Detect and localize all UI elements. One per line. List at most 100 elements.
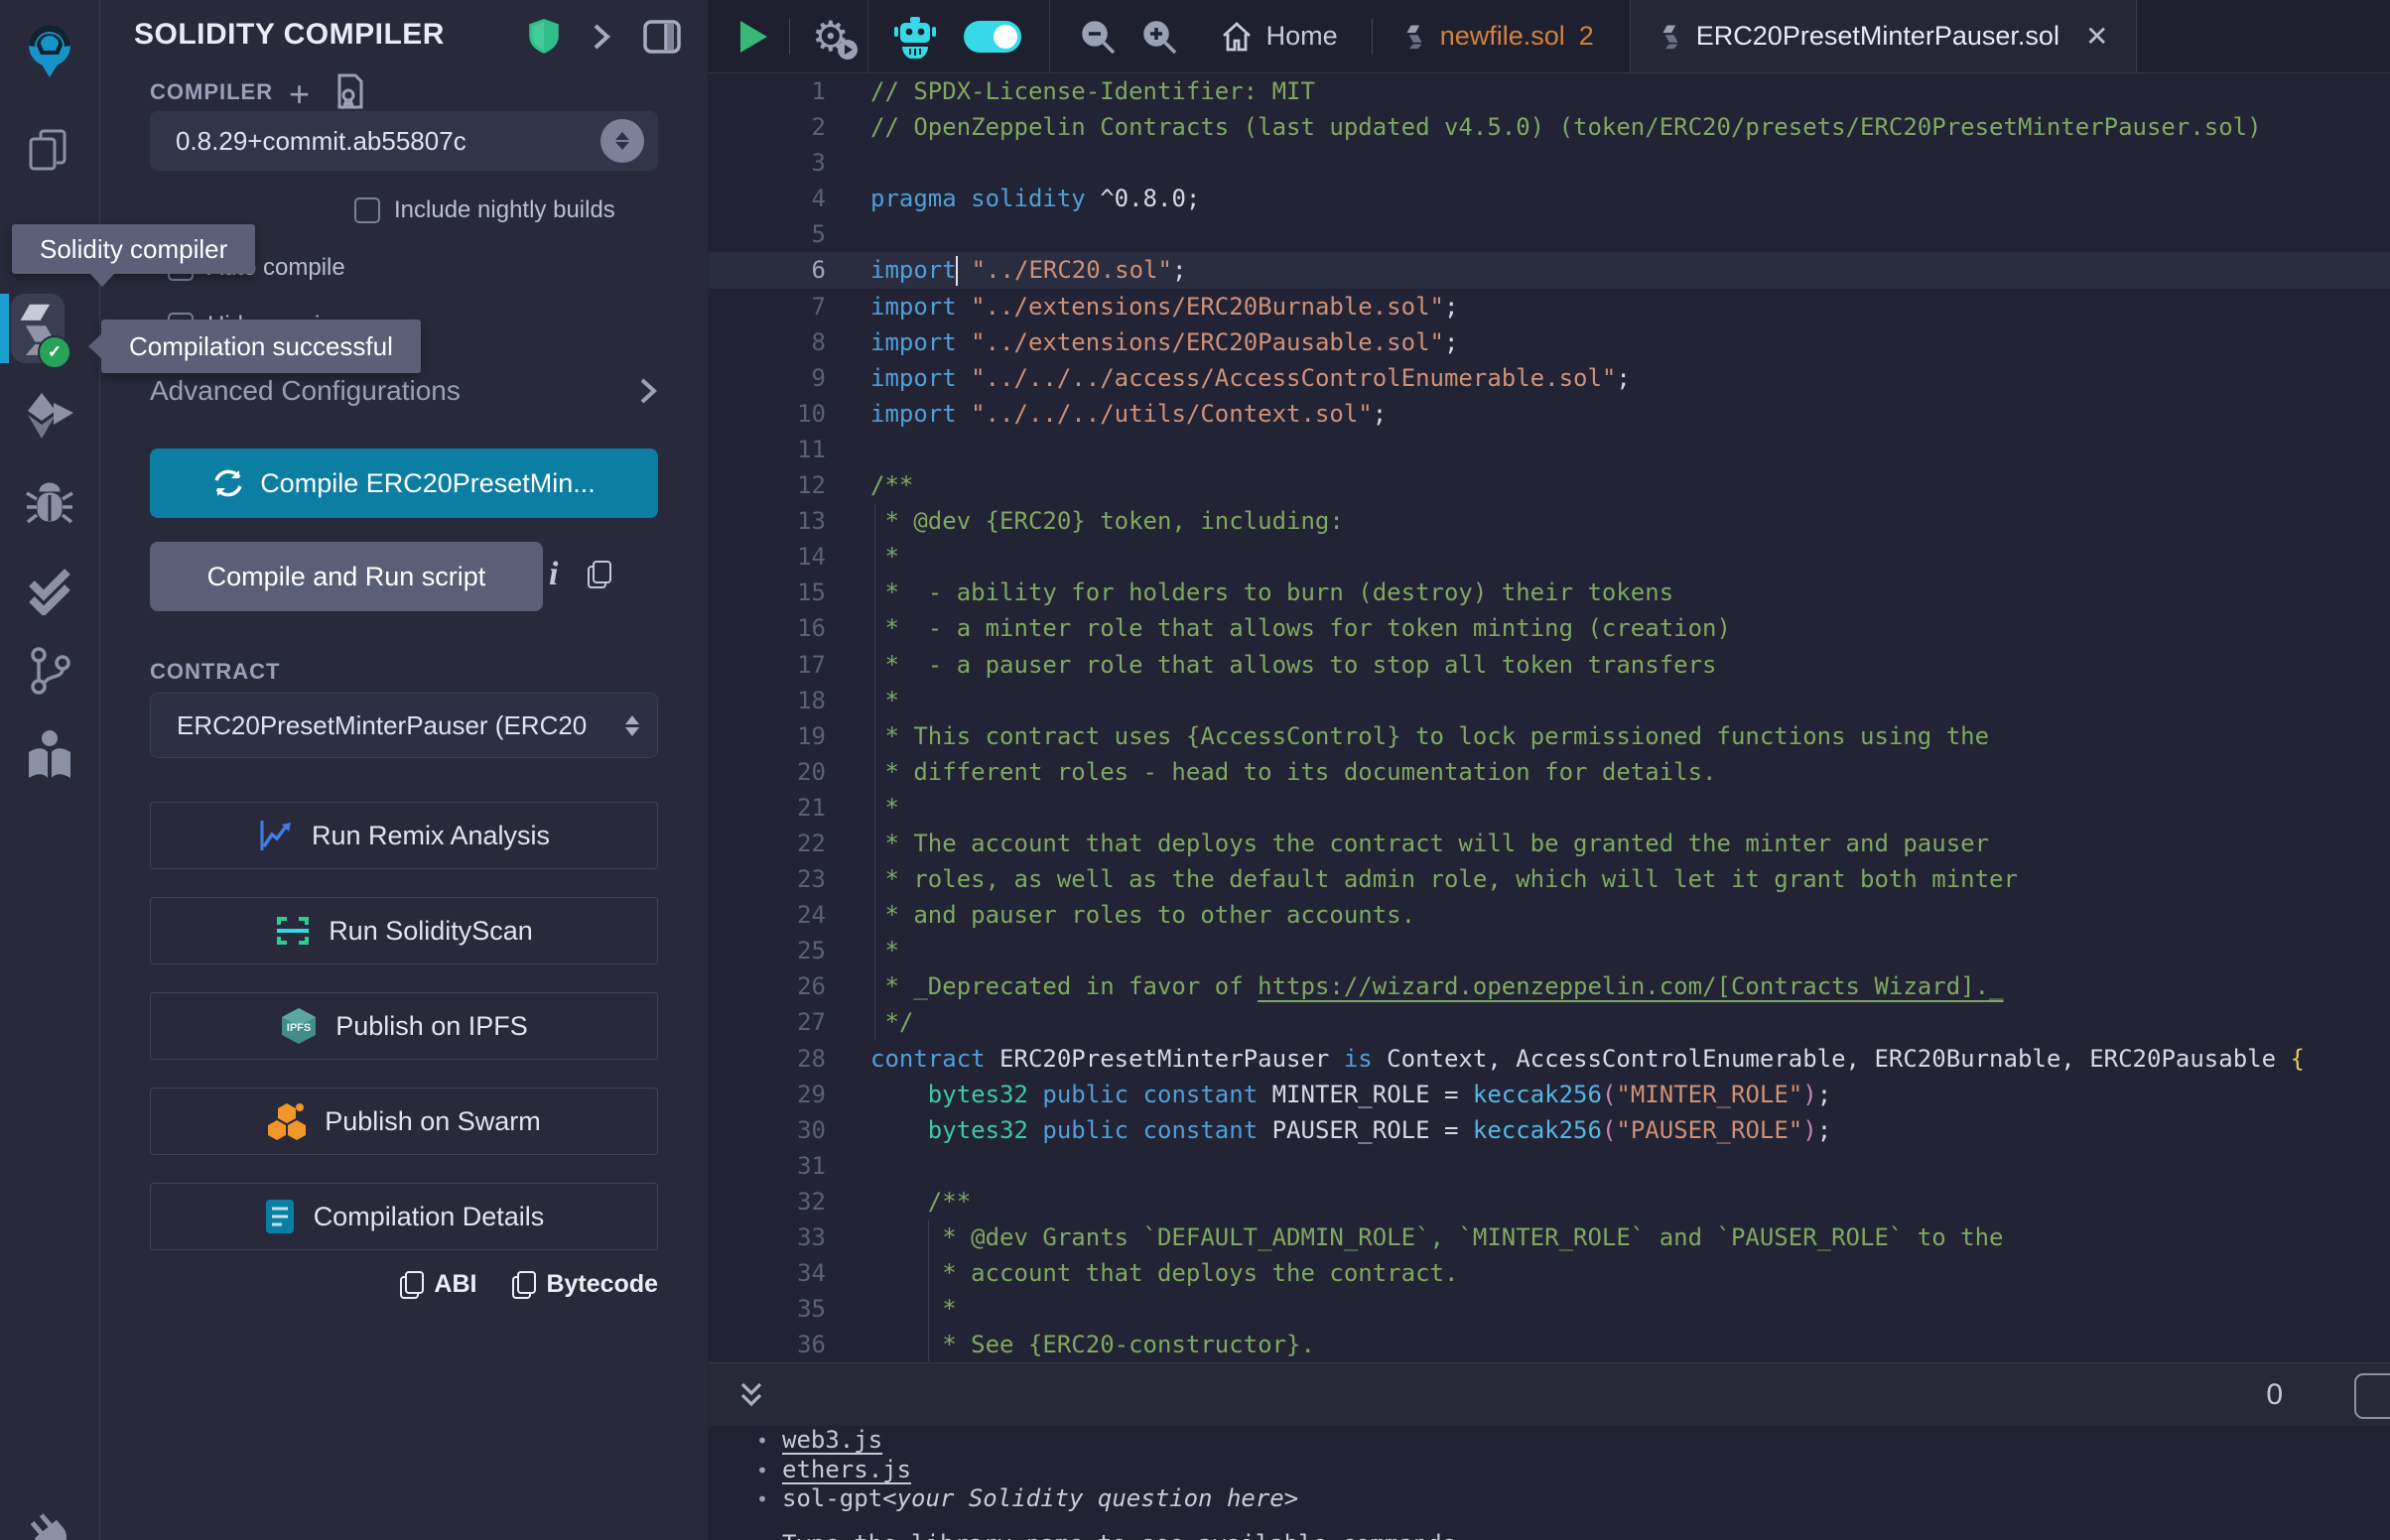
- compilation-details-button[interactable]: Compilation Details: [150, 1183, 658, 1250]
- code-line[interactable]: 4pragma solidity ^0.8.0;: [709, 181, 2390, 216]
- code-line[interactable]: 6import "../ERC20.sol";: [709, 252, 2390, 288]
- code-line[interactable]: 18 *: [709, 683, 2390, 718]
- learneth-icon[interactable]: [0, 724, 99, 788]
- contract-select[interactable]: ERC20PresetMinterPauser (ERC20: [150, 693, 658, 758]
- publish-ipfs-button[interactable]: IPFS Publish on IPFS: [150, 992, 658, 1060]
- plugin-manager-icon[interactable]: [0, 1504, 99, 1540]
- code-line[interactable]: 34 * account that deploys the contract.: [709, 1255, 2390, 1291]
- run-script-icon[interactable]: [740, 21, 767, 53]
- chevron-right-icon[interactable]: [591, 20, 612, 59]
- copilot-toggle[interactable]: [964, 21, 1021, 53]
- publish-swarm-button[interactable]: Publish on Swarm: [150, 1088, 658, 1155]
- terminal-listen-count: 0: [2266, 1378, 2283, 1412]
- code-line[interactable]: 26 * _Deprecated in favor of https://wiz…: [709, 968, 2390, 1004]
- nightly-builds-checkbox[interactable]: [354, 197, 380, 223]
- code-line[interactable]: 35 *: [709, 1291, 2390, 1327]
- code-line[interactable]: 29 bytes32 public constant MINTER_ROLE =…: [709, 1077, 2390, 1112]
- terminal-list-item[interactable]: •web3.js: [756, 1426, 2390, 1456]
- code-line[interactable]: 33 * @dev Grants `DEFAULT_ADMIN_ROLE`, `…: [709, 1219, 2390, 1255]
- code-line[interactable]: 30 bytes32 public constant PAUSER_ROLE =…: [709, 1112, 2390, 1148]
- line-number: 6: [709, 252, 858, 288]
- line-number: 28: [709, 1041, 858, 1077]
- compile-button[interactable]: Compile ERC20PresetMin...: [150, 449, 658, 518]
- advanced-configurations[interactable]: Advanced Configurations: [150, 375, 658, 407]
- line-number: 32: [709, 1184, 858, 1219]
- bytecode-label: Bytecode: [546, 1270, 658, 1299]
- line-number: 23: [709, 861, 858, 897]
- code-line[interactable]: 23 * roles, as well as the default admin…: [709, 861, 2390, 897]
- add-compiler-icon[interactable]: +: [289, 76, 310, 112]
- scan-icon: [275, 913, 311, 949]
- zoom-out-icon[interactable]: [1078, 17, 1118, 57]
- select-spinner-icon: [600, 119, 644, 163]
- info-icon[interactable]: i: [549, 556, 558, 593]
- line-number: 10: [709, 396, 858, 432]
- zoom-in-icon[interactable]: [1139, 17, 1179, 57]
- code-line[interactable]: 7import "../extensions/ERC20Burnable.sol…: [709, 289, 2390, 324]
- line-number: 29: [709, 1077, 858, 1112]
- script-config-icon[interactable]: ⚙: [812, 16, 850, 58]
- run-remix-analysis-button[interactable]: Run Remix Analysis: [150, 802, 658, 869]
- copy-abi-button[interactable]: ABI: [400, 1270, 476, 1299]
- tab-erc20presetminterpauser[interactable]: ERC20PresetMinterPauser.sol ✕: [1630, 0, 2138, 72]
- copy-bytecode-button[interactable]: Bytecode: [512, 1270, 658, 1299]
- line-number: 27: [709, 1004, 858, 1040]
- code-line[interactable]: 5: [709, 216, 2390, 252]
- swarm-icon: [267, 1101, 307, 1141]
- code-line[interactable]: 22 * The account that deploys the contra…: [709, 826, 2390, 861]
- terminal-output[interactable]: •web3.js•ethers.js•sol-gpt <your Solidit…: [709, 1426, 2390, 1540]
- code-line[interactable]: 12/**: [709, 467, 2390, 503]
- tab-home[interactable]: Home: [1221, 21, 1338, 52]
- unit-testing-icon[interactable]: [0, 560, 99, 619]
- terminal-list-item[interactable]: •ethers.js: [756, 1456, 2390, 1485]
- code-line[interactable]: 11: [709, 432, 2390, 467]
- code-line[interactable]: 16 * - a minter role that allows for tok…: [709, 610, 2390, 646]
- deploy-run-icon[interactable]: [0, 385, 99, 445]
- terminal-bar[interactable]: 0: [709, 1362, 2390, 1426]
- code-line[interactable]: 13 * @dev {ERC20} token, including:: [709, 503, 2390, 539]
- line-number: 31: [709, 1148, 858, 1184]
- close-tab-icon[interactable]: ✕: [2085, 23, 2108, 51]
- code-line[interactable]: 1// SPDX-License-Identifier: MIT: [709, 73, 2390, 109]
- nightly-builds-row[interactable]: Include nightly builds: [354, 196, 615, 224]
- expand-terminal-icon[interactable]: [736, 1378, 766, 1412]
- line-number: 24: [709, 897, 858, 933]
- line-number: 36: [709, 1327, 858, 1361]
- code-line[interactable]: 10import "../../../utils/Context.sol";: [709, 396, 2390, 432]
- code-line[interactable]: 24 * and pauser roles to other accounts.: [709, 897, 2390, 933]
- line-number: 22: [709, 826, 858, 861]
- line-number: 16: [709, 610, 858, 646]
- file-explorer-icon[interactable]: [0, 121, 99, 181]
- code-line[interactable]: 27 */: [709, 1004, 2390, 1040]
- tab-newfile[interactable]: newfile.sol 2: [1402, 0, 1594, 72]
- ai-copilot-robot-icon[interactable]: [894, 15, 936, 59]
- remix-logo-icon[interactable]: [0, 20, 99, 79]
- code-line[interactable]: 9import "../../../access/AccessControlEn…: [709, 360, 2390, 396]
- code-line[interactable]: 2// OpenZeppelin Contracts (last updated…: [709, 109, 2390, 145]
- compile-and-run-button[interactable]: Compile and Run script: [150, 542, 543, 611]
- compiler-version-select[interactable]: 0.8.29+commit.ab55807c: [150, 111, 658, 171]
- code-line[interactable]: 3: [709, 145, 2390, 181]
- compiler-license-icon[interactable]: [335, 73, 365, 114]
- code-editor[interactable]: 1// SPDX-License-Identifier: MIT2// Open…: [709, 73, 2390, 1361]
- debugger-icon[interactable]: [0, 474, 99, 534]
- terminal-search-box-partial[interactable]: [2354, 1373, 2390, 1419]
- code-line[interactable]: 20 * different roles - head to its docum…: [709, 754, 2390, 790]
- code-line[interactable]: 17 * - a pauser role that allows to stop…: [709, 647, 2390, 683]
- pin-panel-icon[interactable]: [642, 19, 682, 60]
- code-line[interactable]: 31: [709, 1148, 2390, 1184]
- code-line[interactable]: 14 *: [709, 539, 2390, 575]
- code-line[interactable]: 21 *: [709, 790, 2390, 826]
- code-line[interactable]: 8import "../extensions/ERC20Pausable.sol…: [709, 324, 2390, 360]
- home-icon: [1221, 22, 1253, 52]
- run-solidityscan-button[interactable]: Run SolidityScan: [150, 897, 658, 964]
- code-line[interactable]: 15 * - ability for holders to burn (dest…: [709, 575, 2390, 610]
- code-line[interactable]: 28contract ERC20PresetMinterPauser is Co…: [709, 1041, 2390, 1077]
- code-line[interactable]: 32 /**: [709, 1184, 2390, 1219]
- copy-icon[interactable]: [588, 561, 611, 588]
- git-icon[interactable]: [0, 643, 99, 699]
- line-number: 21: [709, 790, 858, 826]
- code-line[interactable]: 36 * See {ERC20-constructor}.: [709, 1327, 2390, 1361]
- code-line[interactable]: 25 *: [709, 933, 2390, 968]
- code-line[interactable]: 19 * This contract uses {AccessControl} …: [709, 718, 2390, 754]
